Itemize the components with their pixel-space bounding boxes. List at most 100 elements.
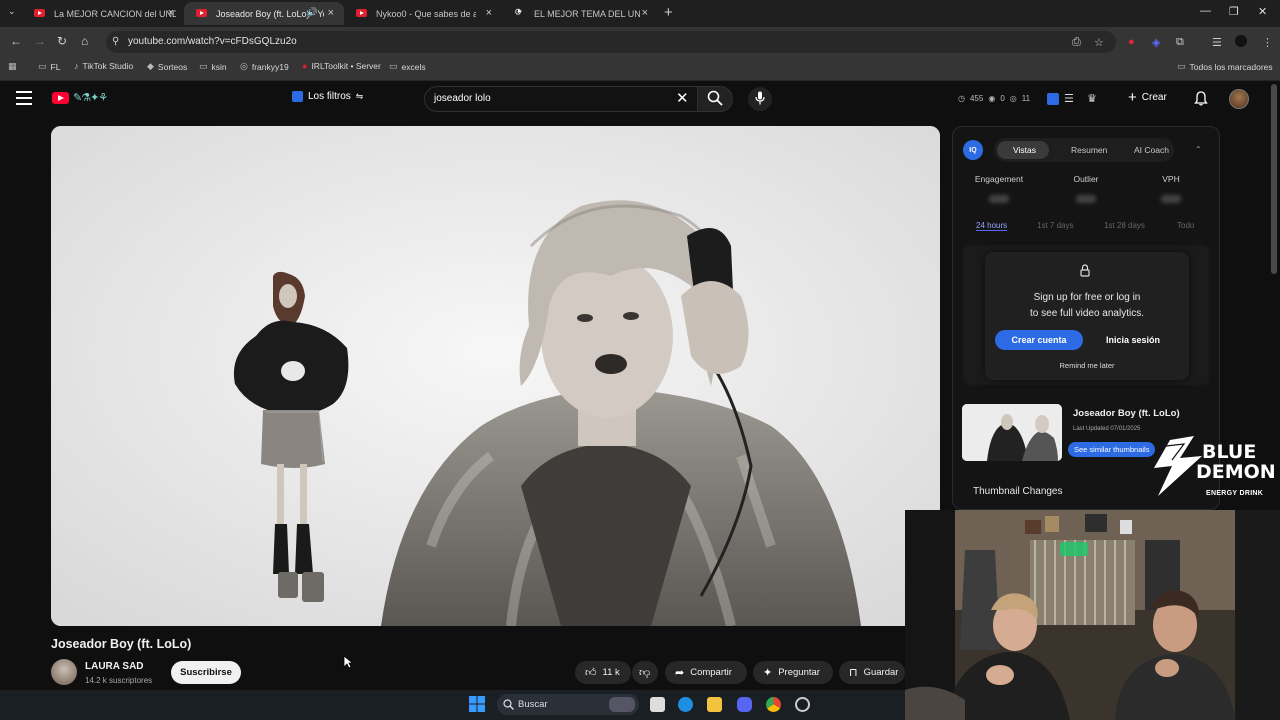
irl-icon: ● — [302, 61, 308, 71]
metric-vph: VPH — [1162, 174, 1180, 184]
tab-vistas[interactable]: Vistas — [1013, 145, 1036, 155]
all-bookmarks[interactable]: ▭ Todos los marcadores — [1177, 61, 1273, 72]
task-view-icon[interactable] — [650, 697, 665, 712]
like-button[interactable]: 👍︎ 11 k — [575, 661, 631, 684]
share-button[interactable]: ➦ Compartir — [665, 661, 747, 684]
page-scrollbar[interactable] — [1271, 84, 1277, 274]
youtube-favicon-icon — [34, 9, 45, 17]
close-tab-icon[interactable]: × — [642, 7, 648, 19]
tab-resumen[interactable]: Resumen — [1071, 145, 1107, 155]
thumbnail-changes-heading: Thumbnail Changes — [973, 486, 1063, 497]
bookmark-irltoolkit[interactable]: ● IRLToolkit • Server — [302, 61, 381, 71]
forward-icon[interactable]: → — [34, 34, 46, 48]
reading-list-icon[interactable]: ☰ — [1212, 36, 1222, 49]
subscribe-button[interactable]: Suscribirse — [171, 661, 241, 684]
last-updated: Last Updated 07/01/2025 — [1073, 426, 1141, 432]
plus-icon: + — [1128, 88, 1137, 106]
gear-favicon-icon: ⚙ — [514, 7, 525, 17]
channel-name[interactable]: LAURA SAD — [85, 661, 144, 672]
save-button[interactable]: ⊓ Guardar — [839, 661, 905, 684]
browser-tab-1[interactable]: La MEJOR CANCION del UNDER × — [22, 2, 184, 25]
weather-widget-icon[interactable] — [609, 697, 635, 712]
home-icon[interactable]: ⌂ — [81, 34, 88, 48]
signup-message: Sign up for free or log in to see full v… — [1030, 292, 1144, 319]
youtube-doodle-icon[interactable]: ✎⚗✦⚘ — [73, 91, 108, 104]
period-24-hours[interactable]: 24 hours — [976, 221, 1008, 231]
brand-line-1: BLUE — [1202, 441, 1257, 463]
brand-line-2: DEMON — [1196, 461, 1276, 483]
bookmark-frankyy19[interactable]: ◎ frankyy19 — [240, 61, 289, 72]
new-tab-icon[interactable]: + — [664, 4, 673, 21]
period-7-days[interactable]: 1st 7 days — [1037, 221, 1073, 230]
sparkle-icon: ✦ — [763, 667, 773, 679]
bookmark-star-icon[interactable]: ☆ — [1094, 36, 1104, 49]
login-button[interactable]: Inicia sesión — [1090, 330, 1176, 350]
video-player[interactable] — [51, 126, 940, 626]
close-window-icon[interactable]: ✕ — [1258, 5, 1267, 18]
microphone-icon[interactable] — [755, 91, 765, 105]
apps-grid-icon[interactable]: ▦ — [8, 61, 17, 72]
bookmark-excels[interactable]: ▭ excels — [389, 61, 426, 72]
tab-ai-coach[interactable]: AI Coach — [1134, 145, 1169, 155]
period-28-days[interactable]: 1st 28 days — [1104, 221, 1145, 230]
chrome-icon[interactable] — [766, 697, 781, 712]
browser-tab-2[interactable]: Joseador Boy (ft. LoLo) - YouTube 🔊 × — [184, 2, 344, 25]
trophy-icon[interactable]: ♛ — [1087, 92, 1097, 105]
extensions-puzzle-icon[interactable]: ⧉ — [1176, 36, 1184, 49]
extension-stats: ◷ 455 ◉ 0 ◎ 11 — [958, 94, 1031, 103]
browser-tab-3[interactable]: Nykoo0 - Que sabes de amor? ( × — [344, 2, 502, 25]
chevron-up-icon[interactable]: ⌃ — [1195, 145, 1202, 154]
clear-search-icon[interactable]: ✕ — [676, 89, 689, 107]
similar-thumbnails-button[interactable]: See similar thumbnails — [1068, 442, 1156, 457]
discord-icon[interactable] — [737, 697, 752, 712]
browser-tab-4[interactable]: ⚙ EL MEJOR TEMA DEL UNDER B × — [502, 2, 658, 25]
video-title: Joseador Boy (ft. LoLo) — [51, 637, 192, 651]
close-tab-icon[interactable]: × — [168, 7, 174, 19]
tab-search-icon[interactable]: ⌄ — [8, 6, 16, 17]
minimize-icon[interactable]: — — [1200, 5, 1211, 17]
tiktok-icon: ♪ — [74, 61, 79, 71]
file-explorer-icon[interactable] — [707, 697, 722, 712]
remind-later-link[interactable]: Remind me later — [985, 361, 1189, 370]
close-tab-icon[interactable]: × — [486, 7, 492, 19]
bookmark-tiktok[interactable]: ♪ TikTok Studio — [74, 61, 133, 71]
audio-playing-icon[interactable]: 🔊 — [307, 7, 318, 18]
iq-filter-icon — [292, 91, 303, 102]
extension-red-icon[interactable]: ● — [1128, 36, 1135, 48]
filters-button[interactable]: Los filtros ⇋ — [292, 91, 363, 102]
thumbs-up-icon: 👍︎ — [585, 667, 597, 679]
install-app-icon[interactable]: ⎙ — [1072, 36, 1081, 49]
list-icon[interactable]: ☰ — [1064, 92, 1074, 105]
close-tab-icon[interactable]: × — [328, 7, 334, 19]
search-icon[interactable] — [707, 90, 723, 106]
subscriber-count: 14.2 k suscriptores — [85, 676, 153, 685]
notifications-bell-icon[interactable] — [1194, 91, 1208, 106]
obs-icon[interactable] — [795, 697, 810, 712]
video-thumbnail[interactable] — [962, 404, 1062, 461]
back-icon[interactable]: ← — [10, 34, 22, 48]
create-account-button[interactable]: Crear cuenta — [995, 330, 1083, 350]
url-text[interactable]: youtube.com/watch?v=cFDsGQLzu2o — [128, 36, 297, 47]
user-avatar[interactable] — [1229, 89, 1249, 109]
windows-start-icon[interactable] — [469, 696, 485, 712]
extension-iq-icon[interactable]: ◈ — [1152, 36, 1160, 49]
period-all[interactable]: Todo — [1177, 221, 1194, 230]
edge-browser-icon[interactable] — [678, 697, 693, 712]
thumbnail-image — [962, 404, 1062, 461]
bookmark-ksin[interactable]: ▭ ksin — [199, 61, 227, 72]
site-info-icon[interactable]: ⚲ — [112, 36, 119, 47]
youtube-logo-icon[interactable] — [52, 92, 69, 104]
iq-extension-icon[interactable] — [1047, 93, 1059, 105]
search-input[interactable]: joseador lolo — [434, 93, 491, 104]
channel-avatar[interactable] — [51, 659, 77, 685]
profile-icon[interactable] — [1235, 35, 1247, 47]
restore-icon[interactable]: ❐ — [1229, 5, 1239, 18]
create-button[interactable]: + Crear — [1128, 88, 1167, 106]
bookmark-fl[interactable]: ▭ FL — [38, 61, 60, 72]
reload-icon[interactable]: ↻ — [57, 34, 67, 48]
hamburger-menu-icon[interactable] — [16, 91, 32, 105]
ask-button[interactable]: ✦ Preguntar — [753, 661, 833, 684]
chrome-menu-icon[interactable]: ⋮ — [1262, 36, 1273, 49]
bookmark-sorteos[interactable]: ◆ Sorteos — [147, 61, 187, 72]
dislike-button[interactable]: 👎︎ — [632, 661, 658, 684]
